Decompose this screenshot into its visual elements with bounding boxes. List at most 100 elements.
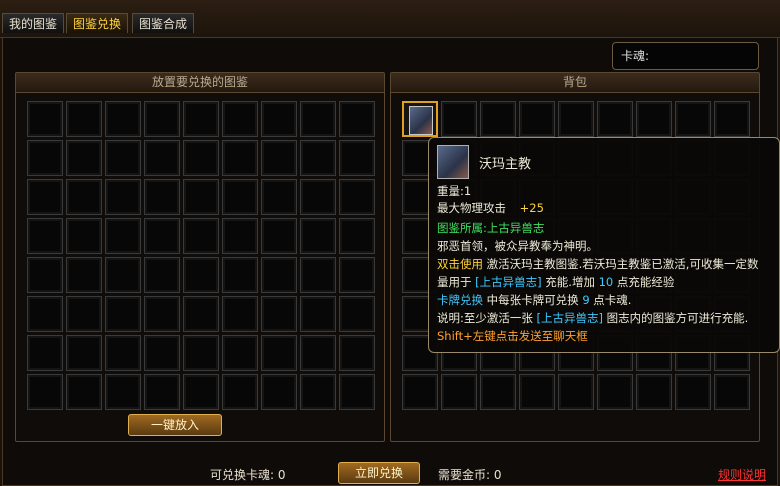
exchange-slot[interactable]: [300, 101, 336, 137]
exchange-slot[interactable]: [105, 101, 141, 137]
bag-slot[interactable]: [480, 101, 516, 137]
tooltip-use-line2-a: 量用于: [437, 275, 472, 289]
bag-slot[interactable]: [636, 374, 672, 410]
exchange-slot[interactable]: [222, 179, 258, 215]
exchange-slot[interactable]: [183, 179, 219, 215]
bag-slot[interactable]: [402, 374, 438, 410]
exchange-slot[interactable]: [27, 335, 63, 371]
exchange-slot[interactable]: [144, 335, 180, 371]
exchange-slot[interactable]: [261, 335, 297, 371]
exchange-slot[interactable]: [144, 140, 180, 176]
exchange-slot[interactable]: [183, 257, 219, 293]
exchange-slot[interactable]: [300, 374, 336, 410]
exchange-slot[interactable]: [27, 140, 63, 176]
exchange-slot[interactable]: [144, 257, 180, 293]
exchange-slot[interactable]: [261, 218, 297, 254]
tooltip-description: 邪恶首领，被众异教奉为神明。: [437, 239, 598, 253]
exchange-slot[interactable]: [105, 296, 141, 332]
exchange-slot[interactable]: [144, 179, 180, 215]
exchange-slot[interactable]: [66, 140, 102, 176]
tab-exchange[interactable]: 图鉴兑换: [66, 13, 129, 33]
tab-synthesis[interactable]: 图鉴合成: [132, 13, 195, 33]
exchange-slot[interactable]: [27, 179, 63, 215]
bag-slot[interactable]: [441, 101, 477, 137]
bag-slot[interactable]: [714, 374, 750, 410]
exchange-slot[interactable]: [183, 101, 219, 137]
bag-slot[interactable]: [597, 374, 633, 410]
exchange-slot[interactable]: [105, 335, 141, 371]
bag-slot[interactable]: [597, 101, 633, 137]
exchange-slot[interactable]: [339, 140, 375, 176]
exchange-slot[interactable]: [27, 296, 63, 332]
exchange-slot[interactable]: [105, 140, 141, 176]
exchange-slot[interactable]: [105, 218, 141, 254]
exchange-slot[interactable]: [222, 140, 258, 176]
exchange-slot[interactable]: [105, 374, 141, 410]
bag-slot[interactable]: [558, 101, 594, 137]
exchange-slot[interactable]: [66, 257, 102, 293]
exchange-slot[interactable]: [183, 374, 219, 410]
auto-fill-button[interactable]: 一键放入: [128, 414, 222, 436]
exchange-slot[interactable]: [27, 101, 63, 137]
exchange-slot[interactable]: [183, 140, 219, 176]
exchange-now-button[interactable]: 立即兑换: [338, 462, 420, 484]
tab-my-collection[interactable]: 我的图鉴: [2, 13, 65, 33]
exchange-slot[interactable]: [261, 296, 297, 332]
exchange-slot[interactable]: [27, 218, 63, 254]
bag-slot[interactable]: [636, 101, 672, 137]
rules-link[interactable]: 规则说明: [718, 466, 766, 483]
exchange-slot[interactable]: [105, 179, 141, 215]
exchange-slot[interactable]: [66, 101, 102, 137]
exchange-slot[interactable]: [222, 335, 258, 371]
exchange-slot[interactable]: [300, 140, 336, 176]
exchange-slot[interactable]: [261, 374, 297, 410]
exchange-slot[interactable]: [144, 374, 180, 410]
exchange-slot[interactable]: [261, 140, 297, 176]
exchange-slot[interactable]: [144, 101, 180, 137]
exchange-slot[interactable]: [339, 179, 375, 215]
exchange-slot[interactable]: [300, 296, 336, 332]
exchange-slot[interactable]: [261, 179, 297, 215]
exchange-slot[interactable]: [66, 179, 102, 215]
exchange-slot[interactable]: [222, 374, 258, 410]
exchange-slot[interactable]: [222, 257, 258, 293]
exchange-slot[interactable]: [144, 296, 180, 332]
exchange-slot[interactable]: [27, 257, 63, 293]
bag-slot[interactable]: [714, 101, 750, 137]
exchange-slot[interactable]: [339, 257, 375, 293]
bag-slot[interactable]: [441, 374, 477, 410]
exchange-slot[interactable]: [261, 257, 297, 293]
bag-slot[interactable]: [519, 374, 555, 410]
tooltip-card-text: 中每张卡牌可兑换: [483, 293, 579, 307]
exchange-slot[interactable]: [339, 218, 375, 254]
exchange-slot[interactable]: [300, 218, 336, 254]
exchange-slot[interactable]: [339, 101, 375, 137]
exchange-slot[interactable]: [300, 257, 336, 293]
bag-slot[interactable]: [675, 101, 711, 137]
bag-slot[interactable]: [558, 374, 594, 410]
exchange-slot[interactable]: [300, 335, 336, 371]
bag-slot[interactable]: [480, 374, 516, 410]
exchange-slot[interactable]: [66, 374, 102, 410]
exchange-slot[interactable]: [66, 296, 102, 332]
exchange-slot[interactable]: [66, 218, 102, 254]
bag-slot[interactable]: [402, 101, 438, 137]
bag-slot[interactable]: [675, 374, 711, 410]
exchange-slot[interactable]: [339, 335, 375, 371]
exchange-slot[interactable]: [27, 374, 63, 410]
exchange-slot[interactable]: [144, 218, 180, 254]
exchange-slot[interactable]: [66, 335, 102, 371]
item-tooltip: 沃玛主教 重量:1 最大物理攻击 +25 图鉴所属:上古异兽志 邪恶首领，被众异…: [428, 137, 780, 353]
exchange-slot[interactable]: [183, 218, 219, 254]
exchange-slot[interactable]: [222, 218, 258, 254]
exchange-slot[interactable]: [300, 179, 336, 215]
exchange-slot[interactable]: [105, 257, 141, 293]
exchange-slot[interactable]: [339, 374, 375, 410]
exchange-slot[interactable]: [183, 296, 219, 332]
exchange-slot[interactable]: [261, 101, 297, 137]
bag-slot[interactable]: [519, 101, 555, 137]
exchange-slot[interactable]: [183, 335, 219, 371]
exchange-slot[interactable]: [339, 296, 375, 332]
exchange-slot[interactable]: [222, 101, 258, 137]
exchange-slot[interactable]: [222, 296, 258, 332]
